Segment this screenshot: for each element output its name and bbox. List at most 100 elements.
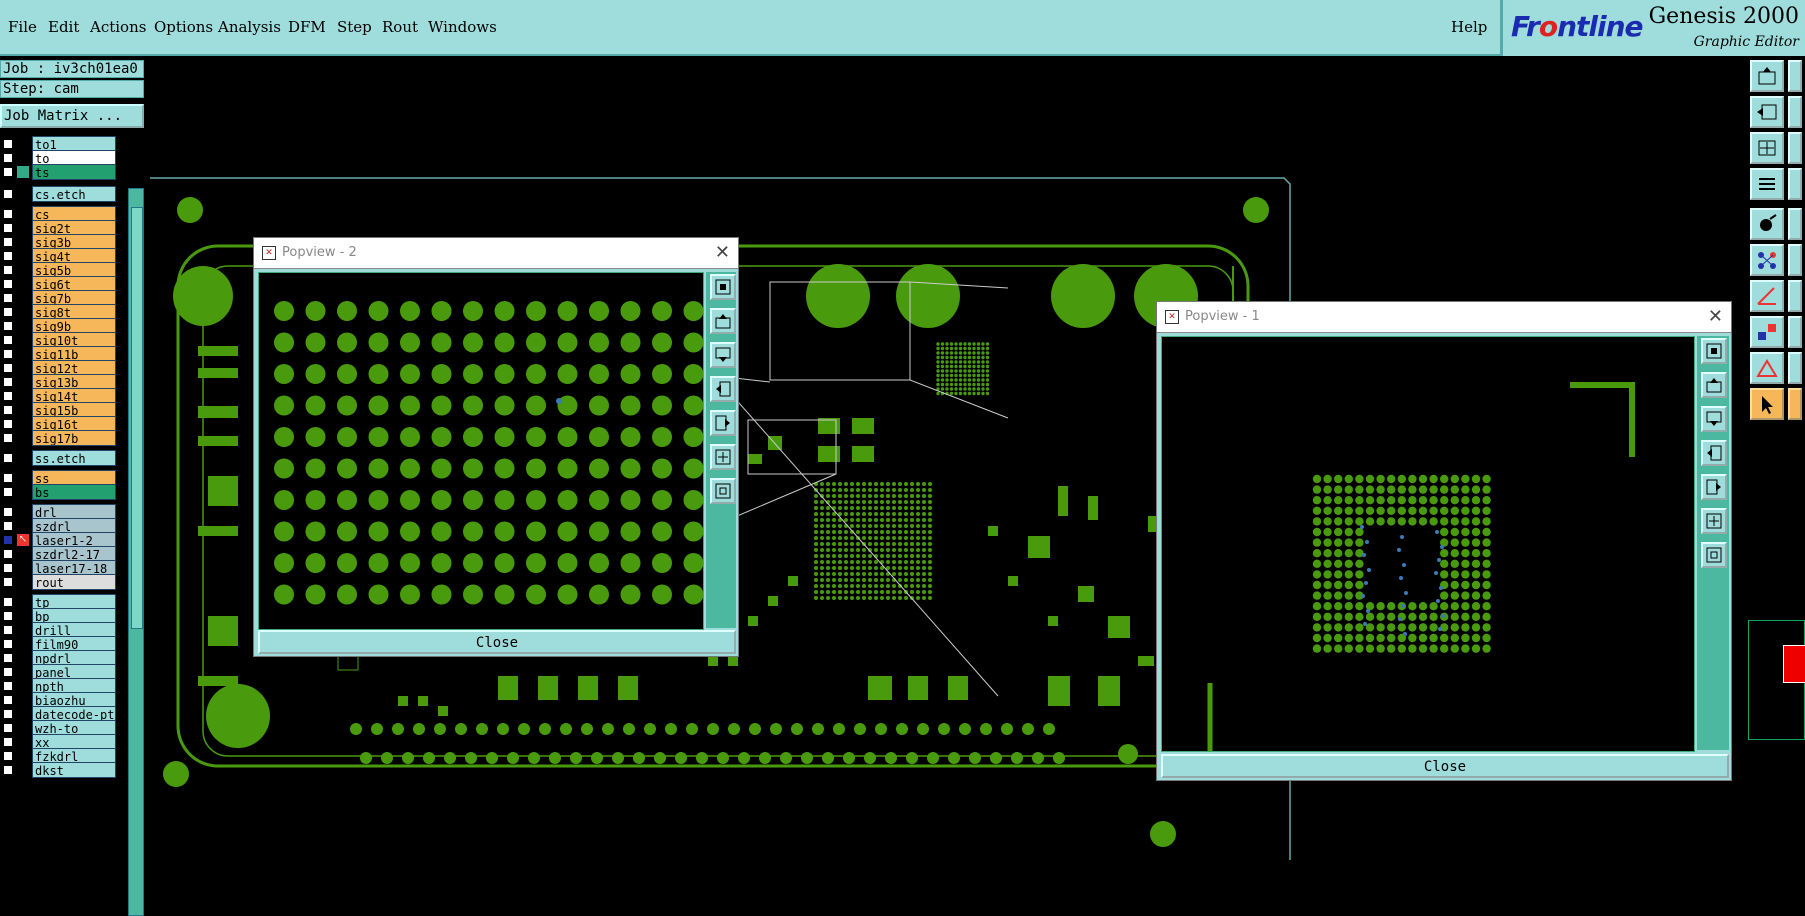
layer-state-icon[interactable] (17, 736, 29, 748)
layer-checkbox[interactable] (3, 209, 13, 219)
layer-checkbox[interactable] (3, 237, 13, 247)
layer-state-icon[interactable] (17, 680, 29, 692)
layer-state-icon[interactable] (17, 390, 29, 402)
layer-state-icon[interactable] (17, 166, 29, 178)
layer-state-icon[interactable] (17, 638, 29, 650)
layer-checkbox[interactable] (3, 293, 13, 303)
layer-name[interactable]: dkst (32, 762, 116, 778)
layer-state-icon[interactable] (17, 376, 29, 388)
layer-checkbox[interactable] (3, 321, 13, 331)
settings-icon[interactable] (1750, 168, 1784, 200)
work-layer-icon[interactable]: ↖ (17, 534, 29, 546)
layer-checkbox[interactable] (3, 419, 13, 429)
layer-state-icon[interactable] (17, 764, 29, 776)
layer-state-icon[interactable] (17, 596, 29, 608)
layer-checkbox[interactable] (3, 639, 13, 649)
layer-checkbox[interactable] (3, 577, 13, 587)
pan-down-icon[interactable] (710, 342, 736, 368)
layer-state-icon[interactable] (17, 348, 29, 360)
popview-1-close-button[interactable]: Close (1161, 754, 1729, 778)
zoom-home-icon[interactable] (1701, 338, 1727, 364)
toolbar-overflow-5[interactable] (1788, 208, 1802, 240)
layer-checkbox[interactable] (3, 223, 13, 233)
menu-analysis[interactable]: Analysis (218, 18, 281, 36)
popview-2-close-button[interactable]: Close (258, 630, 736, 654)
layer-checkbox[interactable] (3, 625, 13, 635)
toolbar-overflow-9[interactable] (1788, 352, 1802, 384)
layer-state-icon[interactable] (17, 624, 29, 636)
angle-icon[interactable] (1750, 352, 1784, 384)
layer-checkbox[interactable] (3, 473, 13, 483)
layer-checkbox[interactable] (3, 737, 13, 747)
toolbar-overflow-10[interactable] (1788, 388, 1802, 420)
layer-state-icon[interactable] (17, 576, 29, 588)
pan-left-icon[interactable] (710, 376, 736, 402)
layer-state-icon[interactable] (17, 222, 29, 234)
menu-windows[interactable]: Windows (428, 18, 497, 36)
scrollbar-thumb[interactable] (131, 207, 143, 629)
toolbar-overflow-1[interactable] (1788, 60, 1802, 92)
layer-state-icon[interactable] (17, 236, 29, 248)
layer-state-icon[interactable] (17, 666, 29, 678)
menu-edit[interactable]: Edit (48, 18, 79, 36)
menu-actions[interactable]: Actions (90, 18, 146, 36)
layer-checkbox[interactable] (3, 765, 13, 775)
layer-row[interactable]: cs.etch (0, 186, 118, 202)
layer-checkbox[interactable] (3, 653, 13, 663)
layer-checkbox[interactable] (3, 507, 13, 517)
layer-state-icon[interactable] (17, 652, 29, 664)
layer-checkbox[interactable] (3, 433, 13, 443)
pan-left-icon[interactable] (1701, 440, 1727, 466)
layer-state-icon[interactable] (17, 452, 29, 464)
layer-checkbox[interactable] (3, 167, 13, 177)
zoom-in-icon[interactable] (710, 478, 736, 504)
layer-checkbox[interactable] (3, 695, 13, 705)
layer-checkbox[interactable] (3, 751, 13, 761)
layer-checkbox[interactable] (3, 363, 13, 373)
layer-checkbox[interactable] (3, 139, 13, 149)
layer-state-icon[interactable] (17, 750, 29, 762)
layer-checkbox[interactable] (3, 535, 13, 545)
close-icon[interactable]: ✕ (1708, 306, 1723, 327)
layer-state-icon[interactable] (17, 722, 29, 734)
connect-icon[interactable] (1750, 316, 1784, 348)
layer-state-icon[interactable] (17, 472, 29, 484)
layer-checkbox[interactable] (3, 251, 13, 261)
toolbar-overflow-8[interactable] (1788, 316, 1802, 348)
layer-name[interactable]: ts (32, 164, 116, 180)
layer-state-icon[interactable] (17, 334, 29, 346)
job-matrix-button[interactable]: Job Matrix ... (0, 104, 144, 128)
menu-file[interactable]: File (8, 18, 37, 36)
layer-state-icon[interactable] (17, 520, 29, 532)
fit-icon[interactable] (1750, 132, 1784, 164)
pan-right-icon[interactable] (710, 410, 736, 436)
layer-state-icon[interactable] (17, 694, 29, 706)
layer-checkbox[interactable] (3, 189, 13, 199)
layer-name[interactable]: bs (32, 484, 116, 500)
layer-checkbox[interactable] (3, 563, 13, 573)
layer-checkbox[interactable] (3, 307, 13, 317)
layer-row[interactable]: sig17b (0, 430, 118, 446)
layer-state-icon[interactable] (17, 362, 29, 374)
line-draw-icon[interactable] (1750, 280, 1784, 312)
measure-icon[interactable] (1750, 96, 1784, 128)
toolbar-overflow-2[interactable] (1788, 96, 1802, 128)
zoom-in-icon[interactable] (1701, 542, 1727, 568)
layer-state-icon[interactable] (17, 418, 29, 430)
menu-rout[interactable]: Rout (382, 18, 418, 36)
layer-state-icon[interactable] (17, 404, 29, 416)
layer-scrollbar[interactable] (128, 188, 144, 916)
layer-row[interactable]: ss.etch (0, 450, 118, 466)
layer-checkbox[interactable] (3, 391, 13, 401)
zoom-out-icon[interactable] (710, 444, 736, 470)
layer-state-icon[interactable] (17, 138, 29, 150)
layer-state-icon[interactable] (17, 610, 29, 622)
pan-right-icon[interactable] (1701, 474, 1727, 500)
layer-state-icon[interactable] (17, 152, 29, 164)
layer-state-icon[interactable] (17, 208, 29, 220)
layer-checkbox[interactable] (3, 335, 13, 345)
close-icon[interactable]: ✕ (715, 242, 730, 263)
layer-checkbox[interactable] (3, 153, 13, 163)
layer-state-icon[interactable] (17, 548, 29, 560)
pan-up-icon[interactable] (1701, 372, 1727, 398)
